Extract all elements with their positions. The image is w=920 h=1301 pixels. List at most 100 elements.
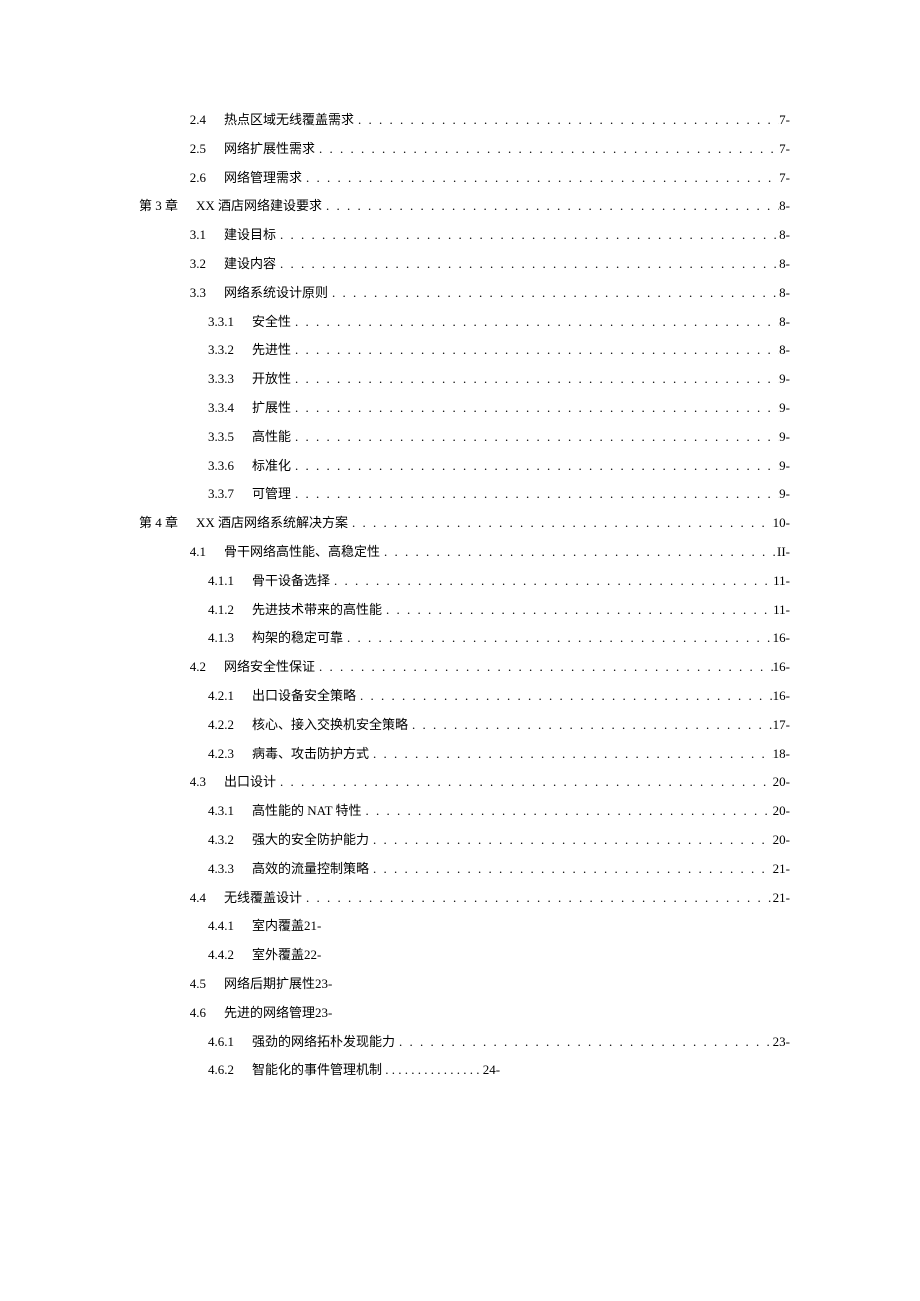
toc-leader-dots <box>302 168 779 189</box>
toc-title: 网络安全性保证 <box>224 657 315 678</box>
toc-number: 3.3.6 <box>186 456 252 477</box>
toc-title: 建设内容 <box>224 254 276 275</box>
toc-entry: 2.5网络扩展性需求 7- <box>130 139 790 160</box>
toc-number: 3.3 <box>158 283 224 304</box>
toc-entry: 4.3.2强大的安全防护能力 20- <box>130 830 790 851</box>
toc-number: 4.3.3 <box>186 859 252 880</box>
toc-page: 11- <box>773 571 790 592</box>
toc-leader-dots <box>291 484 779 505</box>
toc-page: 16- <box>773 628 790 649</box>
toc-number: 4.3.2 <box>186 830 252 851</box>
toc-number: 4.2.3 <box>186 744 252 765</box>
toc-page: 9- <box>779 369 790 390</box>
toc-page: 18- <box>773 744 790 765</box>
toc-page: 20- <box>773 830 790 851</box>
toc-title: 构架的稳定可靠 <box>252 628 343 649</box>
toc-entry: 3.1建设目标 8- <box>130 225 790 246</box>
toc-number: 4.3 <box>158 772 224 793</box>
toc-leader-dots <box>369 830 773 851</box>
toc-page: 9- <box>779 456 790 477</box>
toc-title: 网络后期扩展性23- <box>224 974 332 995</box>
toc-leader-dots <box>315 139 779 160</box>
toc-title: 出口设计 <box>224 772 276 793</box>
toc-number: 4.1 <box>158 542 224 563</box>
toc-page: 7- <box>779 139 790 160</box>
toc-leader-dots <box>356 686 773 707</box>
toc-number: 4.1.3 <box>186 628 252 649</box>
toc-number: 4.2.2 <box>186 715 252 736</box>
toc-page: 23- <box>773 1032 790 1053</box>
toc-entry: 4.2.3病毒、攻击防护方式18- <box>130 744 790 765</box>
toc-leader-dots <box>291 340 779 361</box>
toc-number: 3.3.4 <box>186 398 252 419</box>
toc-page: 7- <box>779 110 790 131</box>
toc-title: 标准化 <box>252 456 291 477</box>
toc-leader-dots <box>276 225 779 246</box>
toc-title: 出口设备安全策略 <box>252 686 356 707</box>
toc-page: 16- <box>773 657 790 678</box>
toc-entry: 4.4.1室内覆盖21- <box>130 916 790 937</box>
toc-entry: 2.6网络管理需求7- <box>130 168 790 189</box>
toc-entry: 3.3.4扩展性 9- <box>130 398 790 419</box>
toc-entry: 4.6.2智能化的事件管理机制 . . . . . . . . . . . . … <box>130 1060 790 1081</box>
toc-title: 骨干设备选择 <box>252 571 330 592</box>
toc-leader-dots <box>362 801 773 822</box>
toc-entry: 2.4热点区域无线覆盖需求7- <box>130 110 790 131</box>
toc-number: 第 3 章 <box>130 196 196 217</box>
toc-entry: 4.4无线覆盖设计21- <box>130 888 790 909</box>
toc-entry: 4.6.1强劲的网络拓朴发现能力23- <box>130 1032 790 1053</box>
toc-number: 3.1 <box>158 225 224 246</box>
toc-number: 4.2.1 <box>186 686 252 707</box>
toc-entry: 4.2.2核心、接入交换机安全策略 17- <box>130 715 790 736</box>
toc-number: 3.3.2 <box>186 340 252 361</box>
toc-entry: 4.6先进的网络管理23- <box>130 1003 790 1024</box>
toc-page: 8- <box>779 225 790 246</box>
toc-title: 高性能 <box>252 427 291 448</box>
toc-entry: 4.3.1高性能的 NAT 特性20- <box>130 801 790 822</box>
toc-leader-dots <box>276 254 779 275</box>
toc-leader-dots <box>408 715 773 736</box>
toc-title: 核心、接入交换机安全策略 <box>252 715 408 736</box>
toc-title: 扩展性 <box>252 398 291 419</box>
toc-title: 强大的安全防护能力 <box>252 830 369 851</box>
toc-page: 20- <box>773 801 790 822</box>
toc-page: 8- <box>779 196 790 217</box>
toc-title: 建设目标 <box>224 225 276 246</box>
toc-entry: 4.1骨干网络高性能、高稳定性II- <box>130 542 790 563</box>
toc-number: 4.4.2 <box>186 945 252 966</box>
toc-title: 高效的流量控制策略 <box>252 859 369 880</box>
toc-leader-dots <box>291 398 779 419</box>
toc-entry: 3.3.3开放性9- <box>130 369 790 390</box>
toc-leader-dots <box>291 427 779 448</box>
toc-title: 室内覆盖21- <box>252 916 321 937</box>
toc-number: 3.2 <box>158 254 224 275</box>
toc-entry: 第 4 章XX 酒店网络系统解决方案10- <box>130 513 790 534</box>
toc-leader-dots <box>322 196 779 217</box>
toc-page: 17- <box>773 715 790 736</box>
toc-entry: 3.2建设内容8- <box>130 254 790 275</box>
toc-title: 强劲的网络拓朴发现能力 <box>252 1032 395 1053</box>
toc-number: 4.1.2 <box>186 600 252 621</box>
toc-page: 16- <box>773 686 790 707</box>
toc-number: 4.3.1 <box>186 801 252 822</box>
toc-leader-dots <box>354 110 779 131</box>
toc-entry: 4.4.2室外覆盖22- <box>130 945 790 966</box>
toc-number: 4.1.1 <box>186 571 252 592</box>
toc-page: 9- <box>779 398 790 419</box>
toc-leader-dots <box>382 600 773 621</box>
toc-entry: 3.3网络系统设计原则8- <box>130 283 790 304</box>
toc-number: 3.3.5 <box>186 427 252 448</box>
toc-page: 11- <box>773 600 790 621</box>
toc-title: 安全性 <box>252 312 291 333</box>
toc-leader-dots <box>291 369 779 390</box>
toc-entry: 3.3.2先进性8- <box>130 340 790 361</box>
toc-title: 骨干网络高性能、高稳定性 <box>224 542 380 563</box>
toc-entry: 4.1.1骨干设备选择 11- <box>130 571 790 592</box>
toc-number: 2.5 <box>158 139 224 160</box>
toc-page: 9- <box>779 484 790 505</box>
toc-title: 网络扩展性需求 <box>224 139 315 160</box>
toc-entry: 4.3.3高效的流量控制策略21- <box>130 859 790 880</box>
toc-entry: 4.2网络安全性保证16- <box>130 657 790 678</box>
toc-title: 热点区域无线覆盖需求 <box>224 110 354 131</box>
toc-leader-dots <box>315 657 773 678</box>
